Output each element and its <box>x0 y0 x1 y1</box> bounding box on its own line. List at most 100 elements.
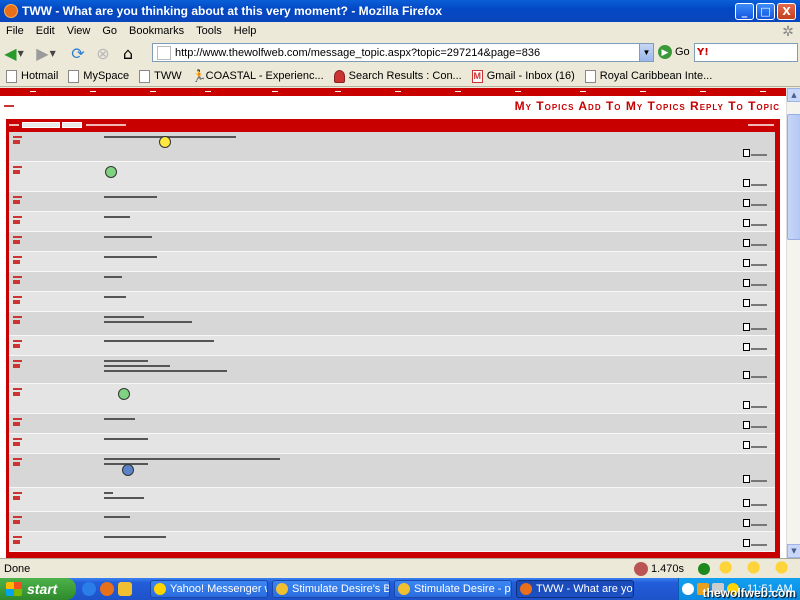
post-link-icon[interactable] <box>743 475 750 483</box>
post-link-icon[interactable] <box>743 343 750 351</box>
post-row <box>9 454 775 488</box>
post-link-icon[interactable] <box>743 219 750 227</box>
page-select[interactable] <box>22 122 60 128</box>
post-link-icon[interactable] <box>743 401 750 409</box>
nav-link[interactable] <box>640 91 646 92</box>
post-author-link[interactable] <box>13 236 22 244</box>
runner-icon[interactable] <box>118 582 132 596</box>
post-author-link[interactable] <box>13 340 22 348</box>
post-author-link[interactable] <box>13 438 22 446</box>
post-author-link[interactable] <box>13 256 22 264</box>
menu-bookmarks[interactable]: Bookmarks <box>123 25 190 37</box>
task-yahoo-messenger[interactable]: Yahoo! Messenger wi... <box>150 580 268 598</box>
post-author-link[interactable] <box>13 276 22 284</box>
nav-link[interactable] <box>580 91 586 92</box>
menu-go[interactable]: Go <box>96 25 123 37</box>
post-link-icon[interactable] <box>743 323 750 331</box>
post-link-icon[interactable] <box>743 259 750 267</box>
menu-tools[interactable]: Tools <box>190 25 228 37</box>
menu-edit[interactable]: Edit <box>30 25 61 37</box>
nav-link[interactable] <box>90 91 96 92</box>
task-stimulate-desire-1[interactable]: Stimulate Desire's Bu... <box>272 580 390 598</box>
maximize-button[interactable]: □ <box>756 2 775 20</box>
firefox-icon[interactable] <box>100 582 114 596</box>
ie-icon[interactable] <box>82 582 96 596</box>
breadcrumb-link[interactable] <box>4 105 14 107</box>
bookmark-tww[interactable]: TWW <box>139 69 182 83</box>
post-author-link[interactable] <box>13 166 22 174</box>
topic-action-links[interactable]: My Topics Add To My Topics Reply To Topi… <box>515 99 780 113</box>
post-link-icon[interactable] <box>743 421 750 429</box>
post-link-icon[interactable] <box>743 539 750 547</box>
post-author-link[interactable] <box>13 296 22 304</box>
nav-link[interactable] <box>455 91 461 92</box>
address-bar[interactable]: http://www.thewolfweb.com/message_topic.… <box>152 43 654 62</box>
weather-icon[interactable] <box>716 560 740 577</box>
post-author-link[interactable] <box>13 536 22 544</box>
post-author-link[interactable] <box>13 516 22 524</box>
network-icon[interactable] <box>682 583 694 595</box>
nav-link[interactable] <box>205 91 211 92</box>
post-author-link[interactable] <box>13 316 22 324</box>
bookmark-search-results[interactable]: Search Results : Con... <box>333 69 462 83</box>
post-link-icon[interactable] <box>743 371 750 379</box>
bookmark-myspace[interactable]: MySpace <box>68 69 129 83</box>
back-button[interactable]: ◀ ▼ <box>3 42 25 64</box>
task-tww-firefox[interactable]: TWW - What are you... <box>516 580 634 598</box>
post-link-icon[interactable] <box>743 441 750 449</box>
post-author-link[interactable] <box>13 492 22 500</box>
weather-icon[interactable] <box>744 560 768 577</box>
go-button[interactable]: ▶ Go <box>658 45 690 59</box>
post-timestamp <box>751 544 767 546</box>
post-link-icon[interactable] <box>743 279 750 287</box>
url-dropdown-button[interactable]: ▼ <box>639 44 653 61</box>
weather-icon[interactable] <box>772 560 796 577</box>
nav-link[interactable] <box>515 91 521 92</box>
search-box[interactable]: Y! <box>694 43 798 62</box>
page-go-button[interactable] <box>62 122 82 128</box>
post-author-link[interactable] <box>13 418 22 426</box>
nav-link[interactable] <box>335 91 341 92</box>
nav-link[interactable] <box>395 91 401 92</box>
bookmark-hotmail[interactable]: Hotmail <box>6 69 58 83</box>
menu-view[interactable]: View <box>61 25 97 37</box>
extension-icon[interactable] <box>633 561 648 576</box>
post-link-icon[interactable] <box>743 199 750 207</box>
scroll-up-button[interactable]: ▲ <box>787 88 800 102</box>
post-link-icon[interactable] <box>743 299 750 307</box>
post-link-icon[interactable] <box>743 149 750 157</box>
post-author-link[interactable] <box>13 196 22 204</box>
post-author-link[interactable] <box>13 360 22 368</box>
nav-link[interactable] <box>150 91 156 92</box>
close-button[interactable]: X <box>777 2 796 20</box>
nav-link[interactable] <box>272 91 278 92</box>
bookmark-gmail[interactable]: M Gmail - Inbox (16) <box>471 69 575 83</box>
post-author-link[interactable] <box>13 216 22 224</box>
post-link-icon[interactable] <box>743 239 750 247</box>
post-link-icon[interactable] <box>743 519 750 527</box>
minimize-button[interactable]: _ <box>735 2 754 20</box>
forward-button[interactable]: ▶ ▼ <box>35 42 57 64</box>
bookmark-coastal[interactable]: 🏃 COASTAL - Experienc... <box>192 70 324 83</box>
post-author-link[interactable] <box>13 136 22 144</box>
vertical-scrollbar[interactable]: ▲ ▼ <box>786 88 800 558</box>
url-text[interactable]: http://www.thewolfweb.com/message_topic.… <box>175 47 639 59</box>
home-button[interactable]: ⌂ <box>117 42 139 64</box>
nav-link[interactable] <box>760 91 766 92</box>
start-button[interactable]: start <box>0 578 76 600</box>
post-link-icon[interactable] <box>743 179 750 187</box>
task-stimulate-desire-2[interactable]: Stimulate Desire - pu... <box>394 580 512 598</box>
post-author-link[interactable] <box>13 458 22 466</box>
scroll-thumb[interactable] <box>787 114 800 240</box>
smiley-icon <box>105 166 117 178</box>
scroll-down-button[interactable]: ▼ <box>787 544 800 558</box>
menu-help[interactable]: Help <box>228 25 263 37</box>
nav-link[interactable] <box>700 91 706 92</box>
menu-file[interactable]: File <box>0 25 30 37</box>
stop-button[interactable]: ⊗ <box>92 42 114 64</box>
post-link-icon[interactable] <box>743 499 750 507</box>
post-author-link[interactable] <box>13 388 22 396</box>
bookmark-royal-caribbean[interactable]: Royal Caribbean Inte... <box>584 69 712 83</box>
reload-button[interactable]: ⟳ <box>67 42 89 64</box>
nav-link[interactable] <box>30 91 36 92</box>
